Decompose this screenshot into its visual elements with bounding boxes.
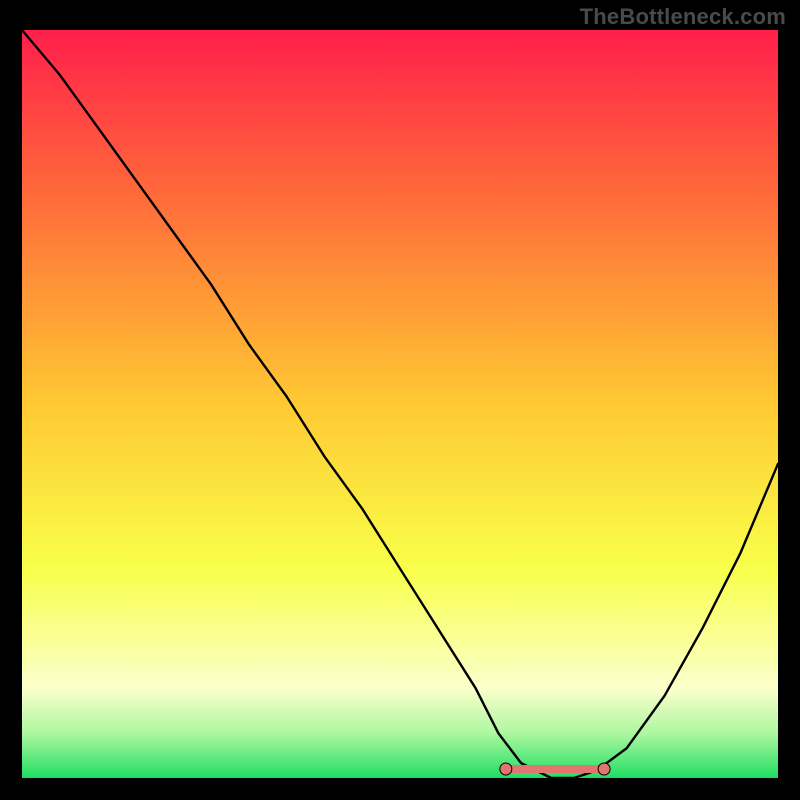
- bottleneck-chart: [0, 0, 800, 800]
- chart-container: { "watermark": "TheBottleneck.com", "col…: [0, 0, 800, 800]
- optimal-range-end-marker: [598, 763, 610, 775]
- optimal-range-start-marker: [500, 763, 512, 775]
- gradient-background: [22, 30, 778, 778]
